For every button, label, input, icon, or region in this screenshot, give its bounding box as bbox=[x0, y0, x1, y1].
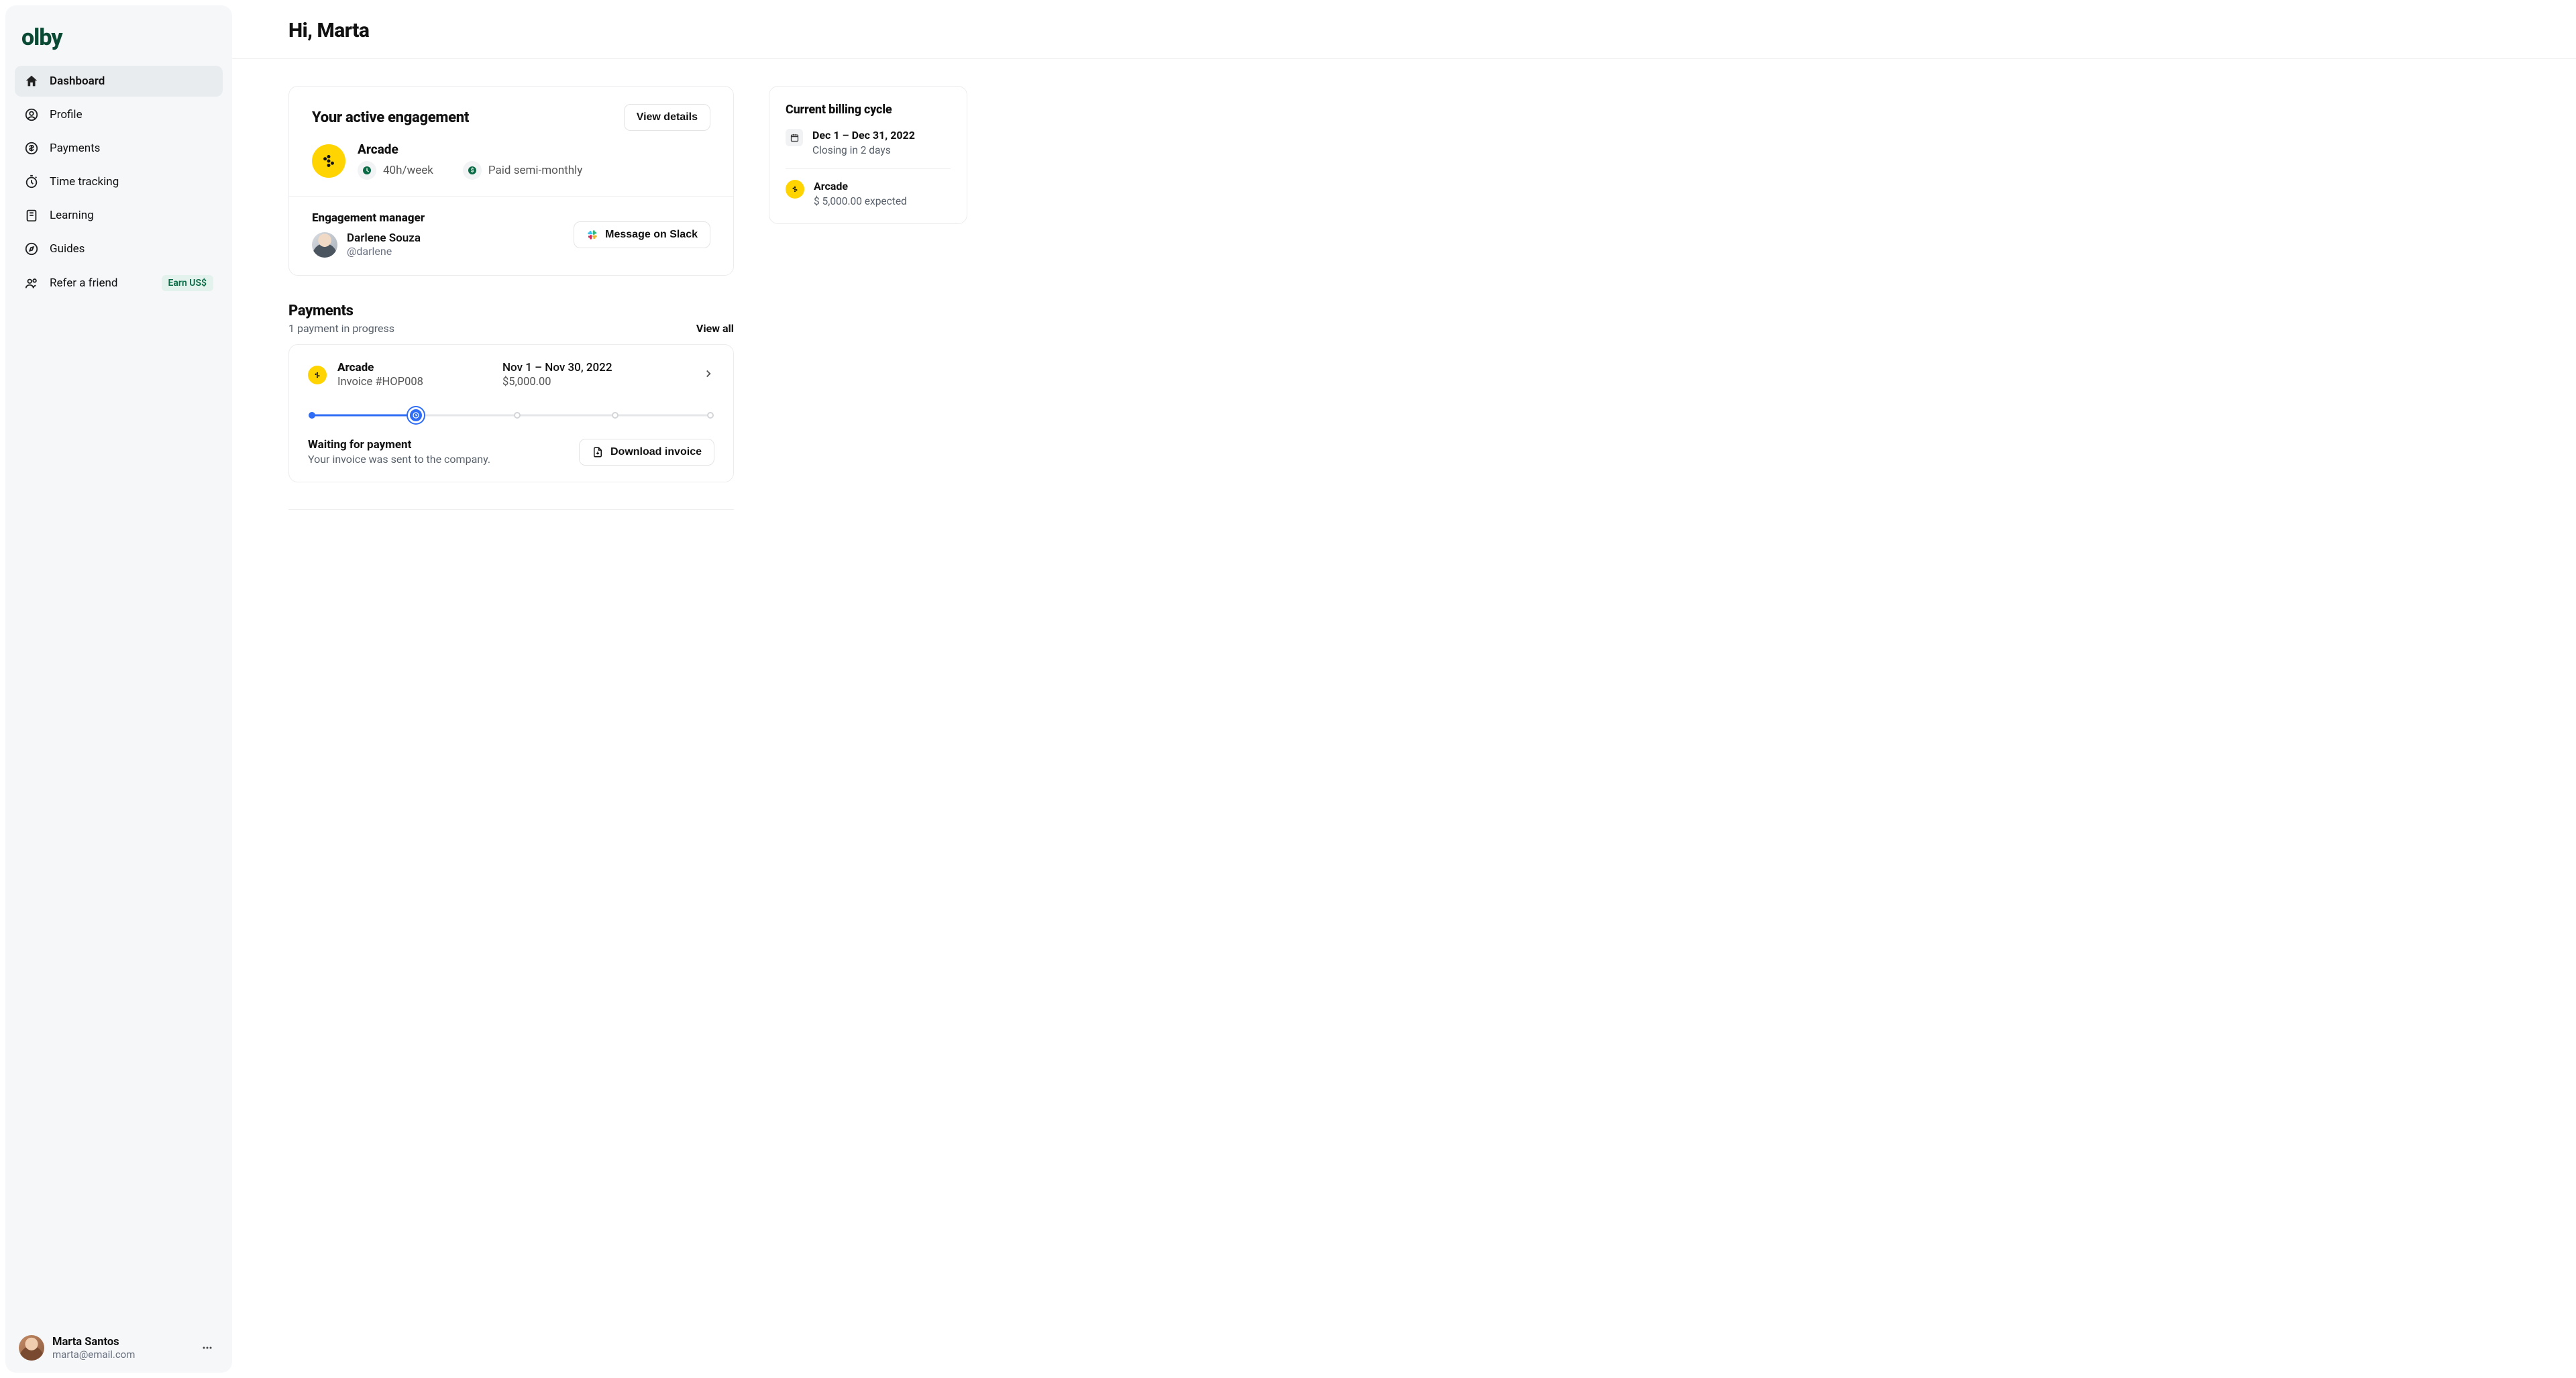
logo: olby bbox=[15, 21, 223, 66]
sidebar-item-payments[interactable]: Payments bbox=[15, 133, 223, 164]
clock-icon bbox=[358, 161, 376, 180]
sidebar-item-guides[interactable]: Guides bbox=[15, 233, 223, 264]
manager-section-label: Engagement manager bbox=[312, 211, 425, 225]
manager-handle: @darlene bbox=[347, 245, 421, 258]
billing-cycle-card: Current billing cycle Dec 1 – Dec 31, 20… bbox=[769, 86, 967, 224]
calendar-icon bbox=[786, 129, 803, 146]
payment-company: Arcade bbox=[337, 361, 492, 374]
user-email: marta@email.com bbox=[52, 1348, 135, 1361]
compass-icon bbox=[24, 242, 39, 256]
payment-amount: $5,000.00 bbox=[502, 376, 692, 388]
section-divider bbox=[288, 509, 734, 510]
nav-label: Dashboard bbox=[50, 74, 105, 88]
user-menu-button[interactable] bbox=[196, 1336, 219, 1359]
greeting: Hi, Marta bbox=[288, 19, 2520, 42]
payment-status-title: Waiting for payment bbox=[308, 438, 490, 452]
sidebar-item-time-tracking[interactable]: Time tracking bbox=[15, 166, 223, 197]
user-avatar bbox=[19, 1335, 44, 1361]
message-slack-button[interactable]: Message on Slack bbox=[574, 221, 710, 248]
sidebar-user: Marta Santos marta@email.com bbox=[15, 1330, 223, 1362]
nav-label: Time tracking bbox=[50, 175, 119, 189]
timeline-current-icon bbox=[408, 407, 424, 423]
payments-section: Payments 1 payment in progress View all … bbox=[288, 303, 734, 510]
dollar-icon: $ bbox=[463, 161, 482, 180]
engagement-title: Your active engagement bbox=[312, 109, 469, 126]
nav-label: Profile bbox=[50, 108, 83, 121]
payment-invoice: Invoice #HOP008 bbox=[337, 376, 492, 388]
download-invoice-label: Download invoice bbox=[610, 446, 702, 458]
payments-subtitle: 1 payment in progress bbox=[288, 322, 394, 335]
company-name: Arcade bbox=[358, 142, 582, 157]
cycle-dates: Dec 1 – Dec 31, 2022 bbox=[812, 129, 915, 142]
primary-nav: Dashboard Profile Payments Time tracking… bbox=[15, 66, 223, 299]
dots-horizontal-icon bbox=[201, 1341, 214, 1355]
payment-card: Arcade Invoice #HOP008 Nov 1 – Nov 30, 2… bbox=[288, 344, 734, 482]
sidebar-item-profile[interactable]: Profile bbox=[15, 99, 223, 130]
nav-label: Payments bbox=[50, 142, 100, 155]
hours-per-week: 40h/week bbox=[383, 164, 433, 177]
users-icon bbox=[24, 276, 39, 290]
cycle-company: Arcade bbox=[814, 180, 907, 193]
user-circle-icon bbox=[24, 107, 39, 122]
company-logo-small bbox=[308, 366, 327, 384]
payment-status-sub: Your invoice was sent to the company. bbox=[308, 453, 490, 466]
stopwatch-icon bbox=[24, 174, 39, 189]
dollar-circle-icon bbox=[24, 141, 39, 156]
company-logo bbox=[312, 144, 345, 178]
earn-badge: Earn US$ bbox=[162, 275, 214, 291]
payments-title: Payments bbox=[288, 303, 394, 319]
view-details-label: View details bbox=[637, 111, 698, 123]
payment-row[interactable]: Arcade Invoice #HOP008 Nov 1 – Nov 30, 2… bbox=[308, 361, 714, 388]
sidebar-item-dashboard[interactable]: Dashboard bbox=[15, 66, 223, 97]
cycle-title: Current billing cycle bbox=[786, 103, 951, 117]
cycle-closing: Closing in 2 days bbox=[812, 144, 915, 156]
slack-cta-label: Message on Slack bbox=[605, 229, 698, 241]
cycle-expected: $ 5,000.00 expected bbox=[814, 195, 907, 207]
svg-text:$: $ bbox=[471, 168, 474, 174]
view-details-button[interactable]: View details bbox=[624, 104, 710, 131]
nav-label: Guides bbox=[50, 242, 85, 256]
pay-frequency: Paid semi-monthly bbox=[488, 164, 582, 177]
main: Hi, Marta Your active engagement View de… bbox=[232, 0, 2576, 1378]
manager-name: Darlene Souza bbox=[347, 231, 421, 245]
sidebar: olby Dashboard Profile Payments Time tra… bbox=[5, 5, 232, 1373]
payment-period: Nov 1 – Nov 30, 2022 bbox=[502, 361, 692, 374]
view-all-link[interactable]: View all bbox=[696, 322, 734, 335]
sidebar-item-refer[interactable]: Refer a friend Earn US$ bbox=[15, 267, 223, 299]
active-engagement-card: Your active engagement View details Arca… bbox=[288, 86, 734, 276]
sidebar-item-learning[interactable]: Learning bbox=[15, 200, 223, 231]
slack-icon bbox=[586, 229, 598, 241]
brand-text: olby bbox=[21, 24, 62, 51]
home-icon bbox=[24, 74, 39, 89]
payment-timeline bbox=[308, 409, 714, 422]
chevron-right-icon bbox=[702, 368, 714, 382]
page-header: Hi, Marta bbox=[232, 0, 2576, 59]
download-invoice-button[interactable]: Download invoice bbox=[579, 439, 714, 466]
manager-avatar bbox=[312, 232, 337, 258]
book-icon bbox=[24, 208, 39, 223]
company-logo-small bbox=[786, 180, 804, 199]
user-name: Marta Santos bbox=[52, 1336, 135, 1348]
nav-label: Learning bbox=[50, 209, 94, 222]
file-download-icon bbox=[592, 446, 604, 458]
nav-label: Refer a friend bbox=[50, 276, 117, 290]
